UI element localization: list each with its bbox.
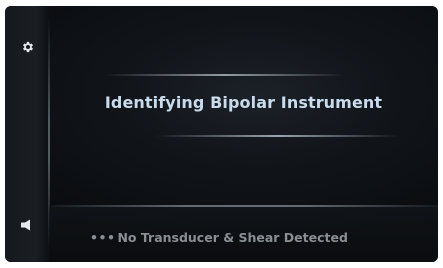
status-bar-divider xyxy=(51,205,438,207)
status-message: ••• No Transducer & Shear Detected xyxy=(90,230,348,245)
title-top-divider xyxy=(105,74,345,76)
speaker-icon[interactable] xyxy=(20,219,34,231)
title-bottom-divider xyxy=(155,135,400,137)
gear-icon[interactable] xyxy=(21,40,35,54)
status-message-text: No Transducer & Shear Detected xyxy=(117,230,348,245)
instrument-status-title: Identifying Bipolar Instrument xyxy=(104,93,383,112)
status-indicator-dots: ••• xyxy=(90,230,116,245)
sidebar xyxy=(5,6,49,262)
device-screen: Identifying Bipolar Instrument ••• No Tra… xyxy=(5,6,438,262)
